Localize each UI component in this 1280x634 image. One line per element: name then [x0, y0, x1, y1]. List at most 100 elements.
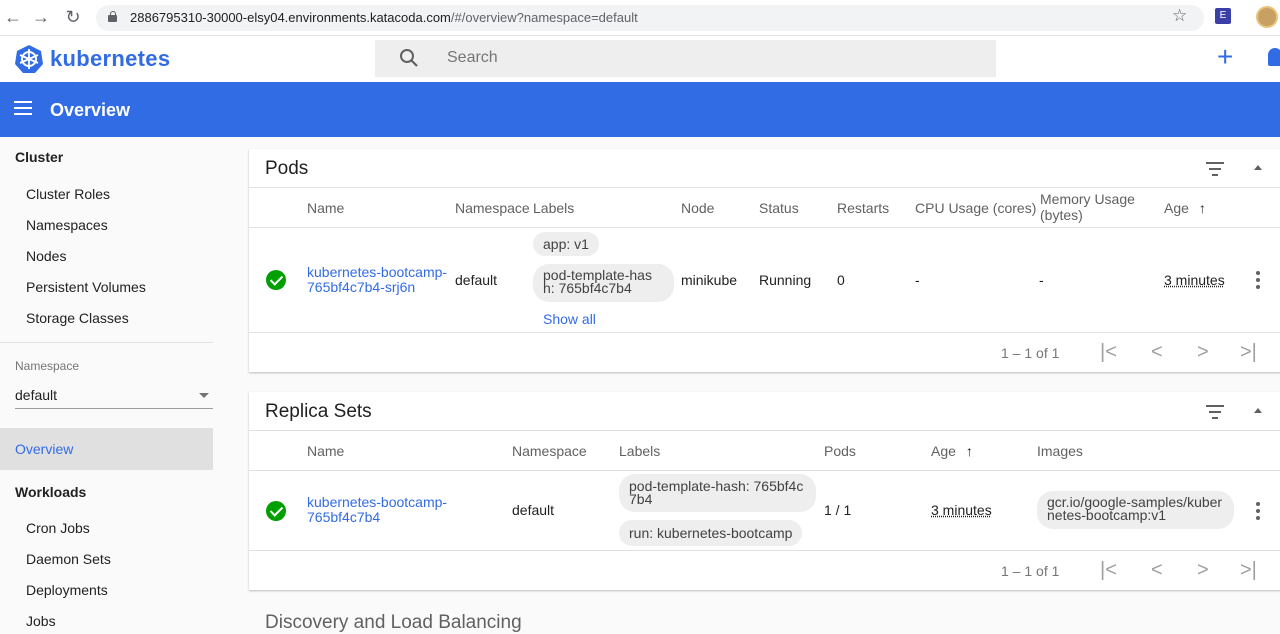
sort-arrow-icon: ↑	[965, 443, 973, 459]
sidebar-item-nodes[interactable]: Nodes	[26, 248, 66, 264]
label-chip-text: h: 765bf4c7b4	[543, 280, 632, 296]
label-chip: app: v1	[533, 232, 599, 256]
pod-node: minikube	[681, 272, 738, 288]
first-page-icon[interactable]: |<	[1100, 341, 1117, 364]
prev-page-icon[interactable]: <	[1151, 341, 1163, 364]
app-toolbar: kubernetes +	[0, 36, 1280, 82]
col-header-labels: Labels	[533, 200, 575, 216]
replica-set-age: 3 minutes	[931, 502, 992, 518]
image-chip-text: netes-bootcamp:v1	[1047, 507, 1167, 523]
success-check-icon	[266, 501, 286, 521]
prev-page-icon[interactable]: <	[1151, 559, 1163, 582]
forward-arrow-icon[interactable]: →	[30, 7, 52, 28]
sidebar-item-storage-classes[interactable]: Storage Classes	[26, 310, 129, 326]
sidebar-divider	[0, 342, 213, 343]
menu-hamburger-icon[interactable]	[14, 101, 32, 115]
pod-name-link[interactable]: kubernetes-bootcamp- 765bf4c7b4-srj6n	[307, 265, 447, 295]
pod-memory: -	[1039, 272, 1044, 288]
collapse-caret-icon[interactable]	[1254, 165, 1262, 170]
url-path: /#/overview?namespace=default	[450, 10, 638, 25]
divider	[249, 470, 1280, 471]
sidebar-item-jobs[interactable]: Jobs	[26, 613, 56, 629]
page-title: Overview	[50, 100, 131, 120]
profile-avatar[interactable]	[1256, 6, 1278, 28]
sidebar-section-cluster[interactable]: Cluster	[15, 149, 63, 165]
label-chip: pod-template-hash: 765bf4c7b4	[533, 264, 674, 302]
create-plus-icon[interactable]: +	[1217, 41, 1233, 73]
dropdown-caret-icon	[199, 393, 209, 398]
bookmark-star-icon[interactable]: ☆	[1172, 6, 1187, 26]
back-arrow-icon[interactable]: ←	[2, 7, 24, 28]
pod-age: 3 minutes	[1164, 272, 1225, 288]
more-actions-icon[interactable]	[1256, 271, 1260, 292]
sidebar-item-cron-jobs[interactable]: Cron Jobs	[26, 520, 90, 536]
col-header-age-label: Age	[1164, 200, 1189, 216]
brand-name[interactable]: kubernetes	[50, 46, 170, 72]
address-bar[interactable]: 2886795310-30000-elsy04.environments.kat…	[96, 5, 1204, 31]
kubernetes-logo-icon[interactable]	[14, 44, 44, 74]
replica-set-namespace: default	[512, 502, 555, 518]
col-header-pods: Pods	[824, 443, 856, 459]
pod-restarts: 0	[837, 272, 845, 288]
sidebar-item-daemon-sets[interactable]: Daemon Sets	[26, 551, 111, 567]
col-header-restarts[interactable]: Restarts	[837, 200, 889, 216]
sidebar-item-overview-label: Overview	[15, 441, 74, 457]
reload-icon[interactable]: ↻	[62, 7, 84, 28]
sidebar-item-overview[interactable]: Overview	[0, 428, 213, 470]
col-header-age[interactable]: Age ↑	[1164, 200, 1206, 216]
col-header-status[interactable]: Status	[759, 200, 799, 216]
show-all-link[interactable]: Show all	[543, 312, 596, 327]
sidebar-item-persistent-volumes[interactable]: Persistent Volumes	[26, 279, 146, 295]
filter-icon[interactable]	[1206, 405, 1224, 419]
pod-status: Running	[759, 272, 812, 288]
replica-sets-card-title: Replica Sets	[265, 401, 372, 422]
replica-set-name-part: 765bf4c7b4	[307, 509, 381, 525]
divider	[249, 227, 1280, 228]
lock-icon	[108, 11, 117, 22]
more-actions-icon[interactable]	[1256, 502, 1260, 523]
col-header-name[interactable]: Name	[307, 443, 344, 459]
next-page-icon[interactable]: >	[1197, 341, 1209, 364]
pod-cpu: -	[915, 272, 920, 288]
replica-set-name-part: kubernetes-bootcamp-	[307, 494, 448, 510]
first-page-icon[interactable]: |<	[1100, 559, 1117, 582]
sidebar: Cluster Cluster Roles Namespaces Nodes P…	[0, 137, 226, 629]
label-chip: pod-template-hash: 765bf4c7b4	[619, 474, 816, 512]
sidebar-section-workloads[interactable]: Workloads	[15, 484, 86, 500]
col-header-namespace[interactable]: Namespace	[512, 443, 587, 459]
pods-card-title: Pods	[265, 158, 309, 179]
success-check-icon	[266, 270, 286, 290]
col-header-age[interactable]: Age ↑	[931, 443, 973, 459]
col-header-cpu-usage: CPU Usage (cores)	[915, 200, 1037, 216]
url-host: 2886795310-30000-elsy04.environments.kat…	[130, 10, 451, 25]
namespace-label: Namespace	[15, 359, 80, 373]
last-page-icon[interactable]: >|	[1240, 559, 1257, 582]
filter-icon[interactable]	[1206, 162, 1224, 176]
search-input[interactable]	[445, 46, 965, 70]
replica-set-name-link[interactable]: kubernetes-bootcamp- 765bf4c7b4	[307, 495, 447, 525]
col-header-name[interactable]: Name	[307, 200, 344, 216]
pod-name-part: kubernetes-bootcamp-	[307, 264, 448, 280]
search-icon	[400, 49, 418, 67]
col-header-memory-usage: Memory Usage (bytes)	[1040, 191, 1135, 223]
extension-icon[interactable]: E	[1215, 8, 1231, 24]
next-page-icon[interactable]: >	[1197, 559, 1209, 582]
notifications-bell-icon[interactable]	[1268, 48, 1280, 66]
search-box[interactable]	[375, 40, 996, 77]
label-chip-text: pod-template-hash: 765bf4c	[629, 478, 804, 494]
divider	[249, 430, 1280, 431]
col-header-namespace[interactable]: Namespace	[455, 200, 530, 216]
section-title-discovery: Discovery and Load Balancing	[265, 612, 522, 633]
namespace-value: default	[15, 387, 58, 403]
col-header-node[interactable]: Node	[681, 200, 714, 216]
col-header-age-label: Age	[931, 443, 956, 459]
replica-sets-card: Replica Sets Name Namespace Labels Pods …	[249, 392, 1280, 590]
sidebar-item-deployments[interactable]: Deployments	[26, 582, 108, 598]
sidebar-item-namespaces[interactable]: Namespaces	[26, 217, 108, 233]
sidebar-item-cluster-roles[interactable]: Cluster Roles	[26, 186, 110, 202]
collapse-caret-icon[interactable]	[1254, 408, 1262, 413]
last-page-icon[interactable]: >|	[1240, 341, 1257, 364]
namespace-select[interactable]: default	[15, 387, 213, 409]
col-header-labels: Labels	[619, 443, 661, 459]
divider	[249, 332, 1280, 333]
